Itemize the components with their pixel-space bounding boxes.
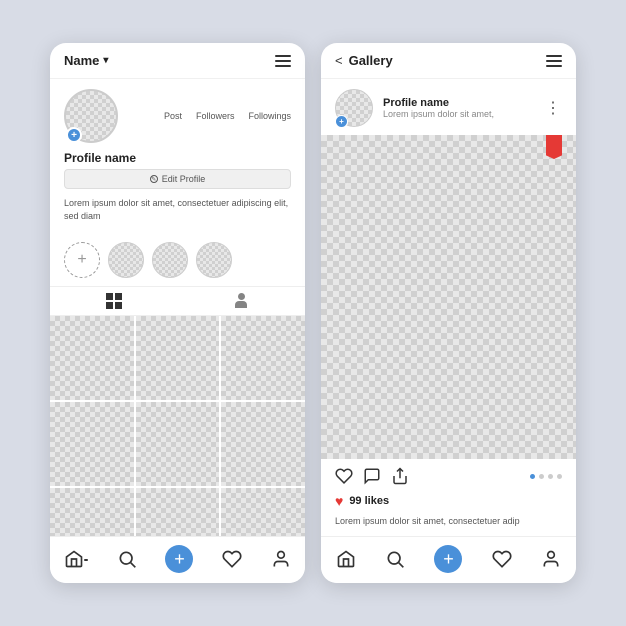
profile-section: + Post Followers Followings	[50, 79, 305, 236]
carousel-dot-2	[539, 474, 544, 479]
post-caption: Lorem ipsum dolor sit amet, consectetuer…	[321, 513, 576, 536]
bio-text: Lorem ipsum dolor sit amet, consectetuer…	[64, 197, 291, 222]
post-image[interactable]	[321, 135, 576, 459]
left-header: Name ▾	[50, 43, 305, 79]
photo-grid	[50, 316, 305, 536]
bookmark-icon[interactable]	[546, 135, 562, 159]
likes-nav-button-right[interactable]	[492, 549, 512, 569]
create-post-button[interactable]: +	[165, 545, 193, 573]
photo-cell[interactable]	[136, 402, 220, 486]
followers-label: Followers	[196, 111, 235, 121]
post-subtitle: Lorem ipsum dolor sit amet,	[383, 109, 535, 119]
stories-row: +	[50, 236, 305, 286]
right-header: < Gallery	[321, 43, 576, 79]
tagged-view-button[interactable]	[233, 293, 249, 309]
profile-nav-button[interactable]	[271, 549, 291, 569]
name-label: Name	[64, 53, 99, 68]
story-3[interactable]	[196, 242, 232, 278]
grid-view-icon	[106, 293, 122, 309]
profile-name: Profile name	[64, 151, 291, 165]
dropdown-arrow: ▾	[103, 55, 108, 66]
photo-cell[interactable]	[50, 488, 134, 536]
likes-nav-button[interactable]	[222, 549, 242, 569]
action-left	[335, 467, 409, 485]
edit-icon: ✎	[150, 175, 158, 183]
tagged-view-icon	[233, 293, 249, 309]
add-story-button[interactable]: +	[64, 242, 100, 278]
view-toggle	[50, 286, 305, 316]
story-1[interactable]	[108, 242, 144, 278]
carousel-dot-3	[548, 474, 553, 479]
home-nav-button[interactable]	[64, 549, 88, 569]
bottom-nav-right: +	[321, 536, 576, 583]
post-info: Profile name Lorem ipsum dolor sit amet,	[383, 97, 535, 119]
carousel-dot-1	[530, 474, 535, 479]
bottom-nav: +	[50, 536, 305, 583]
profile-nav-button-right[interactable]	[541, 549, 561, 569]
carousel-dot-4	[557, 474, 562, 479]
post-avatar-wrap: +	[335, 89, 373, 127]
action-row	[321, 459, 576, 489]
back-button[interactable]: <	[335, 53, 343, 68]
more-options-button[interactable]: ⋮	[545, 98, 562, 118]
photo-cell[interactable]	[221, 316, 305, 400]
post-label: Post	[164, 111, 182, 121]
stat-followings: Followings	[248, 111, 291, 121]
add-avatar-button[interactable]: +	[66, 127, 82, 143]
like-button[interactable]	[335, 467, 353, 485]
post-add-icon: +	[335, 115, 348, 128]
profile-top: + Post Followers Followings	[64, 89, 291, 143]
post-profile-name: Profile name	[383, 97, 535, 109]
photo-cell[interactable]	[50, 316, 134, 400]
photo-cell[interactable]	[221, 488, 305, 536]
likes-count: 99 likes	[349, 495, 389, 507]
search-nav-button-right[interactable]	[385, 549, 405, 569]
create-post-button-right[interactable]: +	[434, 545, 462, 573]
profile-title[interactable]: Name ▾	[64, 53, 108, 68]
likes-row: ♥ 99 likes	[321, 489, 576, 513]
story-2[interactable]	[152, 242, 188, 278]
grid-view-button[interactable]	[106, 293, 122, 309]
stat-post: Post	[164, 111, 182, 121]
menu-icon[interactable]	[275, 55, 291, 67]
stats-row: Post Followers Followings	[128, 111, 291, 121]
photo-cell[interactable]	[136, 488, 220, 536]
search-nav-button[interactable]	[117, 549, 137, 569]
right-phone: < Gallery + Profile name Lorem ipsum dol…	[321, 43, 576, 583]
comment-button[interactable]	[363, 467, 381, 485]
avatar-wrap[interactable]: +	[64, 89, 118, 143]
left-phone: Name ▾ + Post	[50, 43, 305, 583]
stat-followers: Followers	[196, 111, 235, 121]
home-nav-button-right[interactable]	[336, 549, 356, 569]
photo-cell[interactable]	[50, 402, 134, 486]
post-header: + Profile name Lorem ipsum dolor sit ame…	[321, 79, 576, 135]
menu-icon-right[interactable]	[546, 55, 562, 67]
carousel-dots	[530, 474, 562, 479]
edit-profile-button[interactable]: ✎ Edit Profile	[64, 169, 291, 189]
share-button[interactable]	[391, 467, 409, 485]
heart-filled-icon: ♥	[335, 493, 343, 509]
photo-cell[interactable]	[136, 316, 220, 400]
edit-label: Edit Profile	[162, 174, 206, 184]
followings-label: Followings	[248, 111, 291, 121]
right-header-left: < Gallery	[335, 53, 393, 68]
photo-cell[interactable]	[221, 402, 305, 486]
gallery-title: Gallery	[349, 53, 393, 68]
